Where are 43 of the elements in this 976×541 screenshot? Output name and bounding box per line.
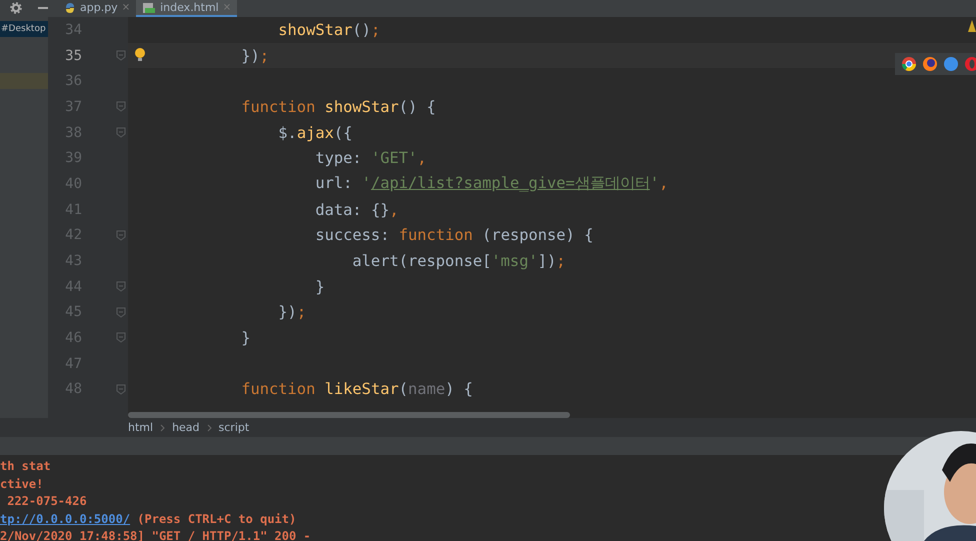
code-line: showStar(); — [278, 20, 380, 39]
line-number: 35 — [64, 48, 82, 64]
firefox-browser-icon[interactable] — [922, 56, 938, 72]
code-line: success: function (response) { — [315, 226, 594, 244]
selected-tree-row[interactable] — [0, 73, 48, 89]
fold-marker-icon[interactable] — [116, 332, 126, 344]
fold-marker-icon[interactable] — [116, 50, 126, 61]
fold-marker-icon[interactable] — [116, 230, 126, 240]
code-line: data: {}, — [315, 200, 399, 219]
code-line: } — [241, 329, 250, 348]
code-line: $.ajax({ — [278, 124, 352, 142]
lightbulb-icon[interactable] — [134, 46, 146, 63]
breadcrumb[interactable]: html — [128, 421, 154, 434]
horizontal-scrollbar[interactable] — [128, 412, 570, 418]
file-tab[interactable]: app.py × — [58, 0, 136, 17]
terminal-link[interactable]: tp://0.0.0.0:5000/ — [0, 512, 130, 526]
terminal-line: 222-075-426 — [6, 493, 88, 510]
code-line: }); — [241, 46, 270, 65]
python-file-icon — [64, 2, 76, 14]
chevron-icon — [160, 424, 166, 432]
terminal-line: th stat — [0, 458, 52, 475]
breadcrumb[interactable]: head — [172, 421, 200, 434]
warning-icon[interactable] — [968, 20, 976, 32]
code-line: type: 'GET', — [315, 149, 427, 168]
terminal-line: ctive! — [0, 476, 44, 492]
html-file-icon — [142, 2, 156, 14]
fold-marker-icon[interactable] — [116, 126, 126, 138]
code-line: function showStar() { — [241, 98, 436, 116]
code-line: function likeStar(name) { — [241, 380, 473, 398]
code-line: }); — [278, 303, 306, 322]
chrome-browser-icon[interactable] — [901, 56, 917, 72]
project-path[interactable]: #Desktop — [0, 21, 48, 37]
code-line: alert(response['msg']); — [352, 252, 566, 270]
fold-marker-icon[interactable] — [116, 384, 126, 395]
file-tab[interactable]: index.html × — [136, 0, 238, 17]
code-line: url: '/api/list?sample_give=샘플데이터', — [315, 173, 668, 194]
chevron-icon — [206, 424, 212, 432]
fold-marker-icon[interactable] — [116, 280, 126, 292]
breadcrumb[interactable]: script — [218, 421, 250, 434]
opera-browser-icon[interactable] — [964, 56, 976, 72]
code-line: } — [315, 278, 325, 296]
fold-marker-icon[interactable] — [116, 101, 126, 112]
fold-marker-icon[interactable] — [116, 306, 126, 318]
